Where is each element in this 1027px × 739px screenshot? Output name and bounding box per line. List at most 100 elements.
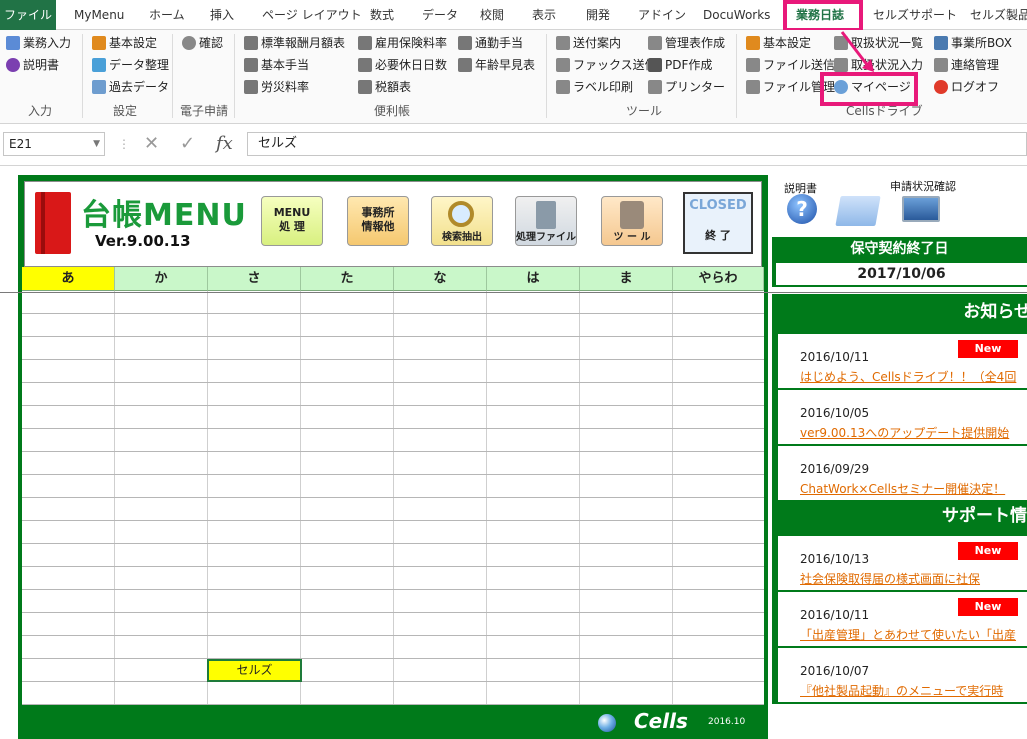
- ribbon-btn-confirm[interactable]: 確認: [182, 33, 223, 53]
- label: プリンター: [665, 80, 726, 94]
- kana-tab-na[interactable]: な: [394, 267, 487, 291]
- formula-input[interactable]: セルズ: [247, 132, 1027, 156]
- check-icon[interactable]: ✓: [180, 133, 195, 155]
- menu-process-button[interactable]: MENU 処 理: [261, 196, 323, 246]
- ribbon-btn-basic-allowance[interactable]: 基本手当: [244, 55, 309, 75]
- news-link[interactable]: 『他社製品起動』のメニューで実行時: [800, 682, 1003, 699]
- news-item[interactable]: 2016/10/11 New はじめよう、Cellsドライブ！！（全4回: [778, 334, 1027, 388]
- ribbon-btn-data-cleanup[interactable]: データ整理: [92, 55, 169, 75]
- tab-mymenu[interactable]: MyMenu: [74, 0, 124, 30]
- label: 基本設定: [763, 36, 812, 50]
- kana-tab-ma[interactable]: ま: [580, 267, 673, 291]
- ribbon-btn-gyomu-input[interactable]: 業務入力: [6, 33, 71, 53]
- tab-data[interactable]: データ: [422, 0, 458, 30]
- label: 基本手当: [261, 58, 310, 72]
- drag-handle-icon[interactable]: ⋮: [118, 133, 130, 155]
- ribbon-btn-mypage[interactable]: マイページ: [834, 77, 911, 97]
- client-grid[interactable]: セルズ: [22, 291, 764, 705]
- ribbon-btn-drive-settings[interactable]: 基本設定: [746, 33, 811, 53]
- label: 送付案内: [573, 36, 622, 50]
- ribbon-btn-file-send[interactable]: ファイル送信: [746, 55, 835, 75]
- news-item[interactable]: 2016/09/29 ChatWork×Cellsセミナー開催決定！: [778, 446, 1027, 500]
- name-box[interactable]: E21 ▼: [3, 132, 105, 156]
- tab-cells-products[interactable]: セルズ製品: [970, 0, 1027, 30]
- maintenance-end-date: 2017/10/06: [776, 263, 1027, 285]
- help-icon[interactable]: ?: [787, 194, 817, 224]
- kana-tab-ta[interactable]: た: [301, 267, 394, 291]
- ribbon-btn-pdf[interactable]: PDF作成: [648, 55, 712, 75]
- kana-tab-ka[interactable]: か: [115, 267, 208, 291]
- support-item[interactable]: 2016/10/13 New 社会保険取得届の様式画面に社保: [778, 536, 1027, 590]
- cancel-icon[interactable]: ✕: [144, 133, 159, 155]
- ribbon-btn-printer[interactable]: プリンター: [648, 77, 725, 97]
- ribbon-btn-age-chart[interactable]: 年齢早見表: [458, 55, 535, 75]
- kana-tab-yarawa[interactable]: やらわ: [673, 267, 764, 291]
- name-box-value: E21: [9, 137, 32, 151]
- ribbon-btn-label-print[interactable]: ラベル印刷: [556, 77, 633, 97]
- label: 過去データ: [109, 80, 170, 94]
- office-info-button[interactable]: 事務所 情報他: [347, 196, 409, 246]
- ribbon-btn-logoff[interactable]: ログオフ: [934, 77, 999, 97]
- tab-addins[interactable]: アドイン: [638, 0, 686, 30]
- news-link[interactable]: ChatWork×Cellsセミナー開催決定！: [800, 480, 1005, 497]
- ribbon-btn-standard-table[interactable]: 標準報酬月額表: [244, 33, 345, 53]
- ribbon-btn-mgmt-table[interactable]: 管理表作成: [648, 33, 725, 53]
- notice-title: お知らせ: [772, 294, 1027, 330]
- tab-formulas[interactable]: 数式: [370, 0, 394, 30]
- news-panel: お知らせ 2016/10/11 New はじめよう、Cellsドライブ！！（全4…: [772, 294, 1027, 704]
- news-link[interactable]: 社会保険取得届の様式画面に社保: [800, 570, 980, 587]
- selected-cell[interactable]: セルズ: [207, 659, 302, 682]
- ribbon-btn-manual[interactable]: 説明書: [6, 55, 59, 75]
- news-link[interactable]: 「出産管理」とあわせて使いたい「出産: [800, 626, 1016, 643]
- label: ファイル管理: [763, 80, 836, 94]
- tab-view[interactable]: 表示: [532, 0, 556, 30]
- tab-file[interactable]: ファイル: [0, 0, 56, 30]
- tab-cells-support[interactable]: セルズサポート: [873, 0, 957, 30]
- contact-icon: [934, 58, 948, 72]
- tab-page-layout[interactable]: ページ レイアウト: [262, 0, 362, 30]
- ribbon-btn-rosai-rate[interactable]: 労災料率: [244, 77, 309, 97]
- ribbon-btn-tax-table[interactable]: 税額表: [358, 77, 411, 97]
- calendar-icon[interactable]: [835, 196, 881, 226]
- fx-icon[interactable]: fx: [216, 133, 233, 155]
- label-icon: [556, 80, 570, 94]
- closed-exit-button[interactable]: CLOSED 終 了: [683, 192, 753, 254]
- tools-button[interactable]: ツ ー ル: [601, 196, 663, 246]
- tab-gyomu-nisshi[interactable]: 業務日誌: [784, 0, 856, 30]
- support-item[interactable]: 2016/10/11 New 「出産管理」とあわせて使いたい「出産: [778, 592, 1027, 646]
- tab-insert[interactable]: 挿入: [210, 0, 234, 30]
- ribbon-btn-past-data[interactable]: 過去データ: [92, 77, 169, 97]
- ribbon-btn-basic-settings[interactable]: 基本設定: [92, 33, 157, 53]
- fax-icon: [556, 58, 570, 72]
- ribbon-btn-holiday-days[interactable]: 必要休日日数: [358, 55, 447, 75]
- ribbon-btn-office-box[interactable]: 事業所BOX: [934, 33, 1012, 53]
- process-file-button[interactable]: 処理ファイル: [515, 196, 577, 246]
- kana-tab-ha[interactable]: は: [487, 267, 580, 291]
- tab-developer[interactable]: 開発: [586, 0, 610, 30]
- group-separator: [234, 34, 235, 118]
- help-icon: [6, 58, 20, 72]
- kana-tab-a[interactable]: あ: [22, 267, 115, 291]
- new-badge: New: [958, 340, 1018, 358]
- ribbon-btn-commute[interactable]: 通勤手当: [458, 33, 523, 53]
- tab-docuworks[interactable]: DocuWorks: [703, 0, 770, 30]
- label: ツ ー ル: [613, 232, 651, 243]
- menu-logo-title: 台帳MENU: [81, 198, 247, 233]
- news-item[interactable]: 2016/10/05 ver9.00.13へのアップデート提供開始: [778, 390, 1027, 444]
- ribbon-btn-fax[interactable]: ファックス送信: [556, 55, 657, 75]
- calc-icon: [244, 58, 258, 72]
- pointer-arrow-icon: [840, 31, 874, 72]
- kana-tab-sa[interactable]: さ: [208, 267, 301, 291]
- news-link[interactable]: はじめよう、Cellsドライブ！！（全4回: [800, 368, 1016, 385]
- news-link[interactable]: ver9.00.13へのアップデート提供開始: [800, 424, 1009, 441]
- ribbon-btn-contact-manage[interactable]: 連絡管理: [934, 55, 999, 75]
- laptop-icon[interactable]: [902, 196, 940, 222]
- search-extract-button[interactable]: 検索抽出: [431, 196, 493, 246]
- support-item[interactable]: 2016/10/07 『他社製品起動』のメニューで実行時: [778, 648, 1027, 702]
- tab-home[interactable]: ホーム: [149, 0, 185, 30]
- tab-review[interactable]: 校閲: [480, 0, 504, 30]
- ribbon-btn-cover-letter[interactable]: 送付案内: [556, 33, 621, 53]
- ribbon-btn-koyo-rate[interactable]: 雇用保険料率: [358, 33, 447, 53]
- chevron-down-icon[interactable]: ▼: [93, 133, 100, 155]
- ribbon-btn-file-manage[interactable]: ファイル管理: [746, 77, 835, 97]
